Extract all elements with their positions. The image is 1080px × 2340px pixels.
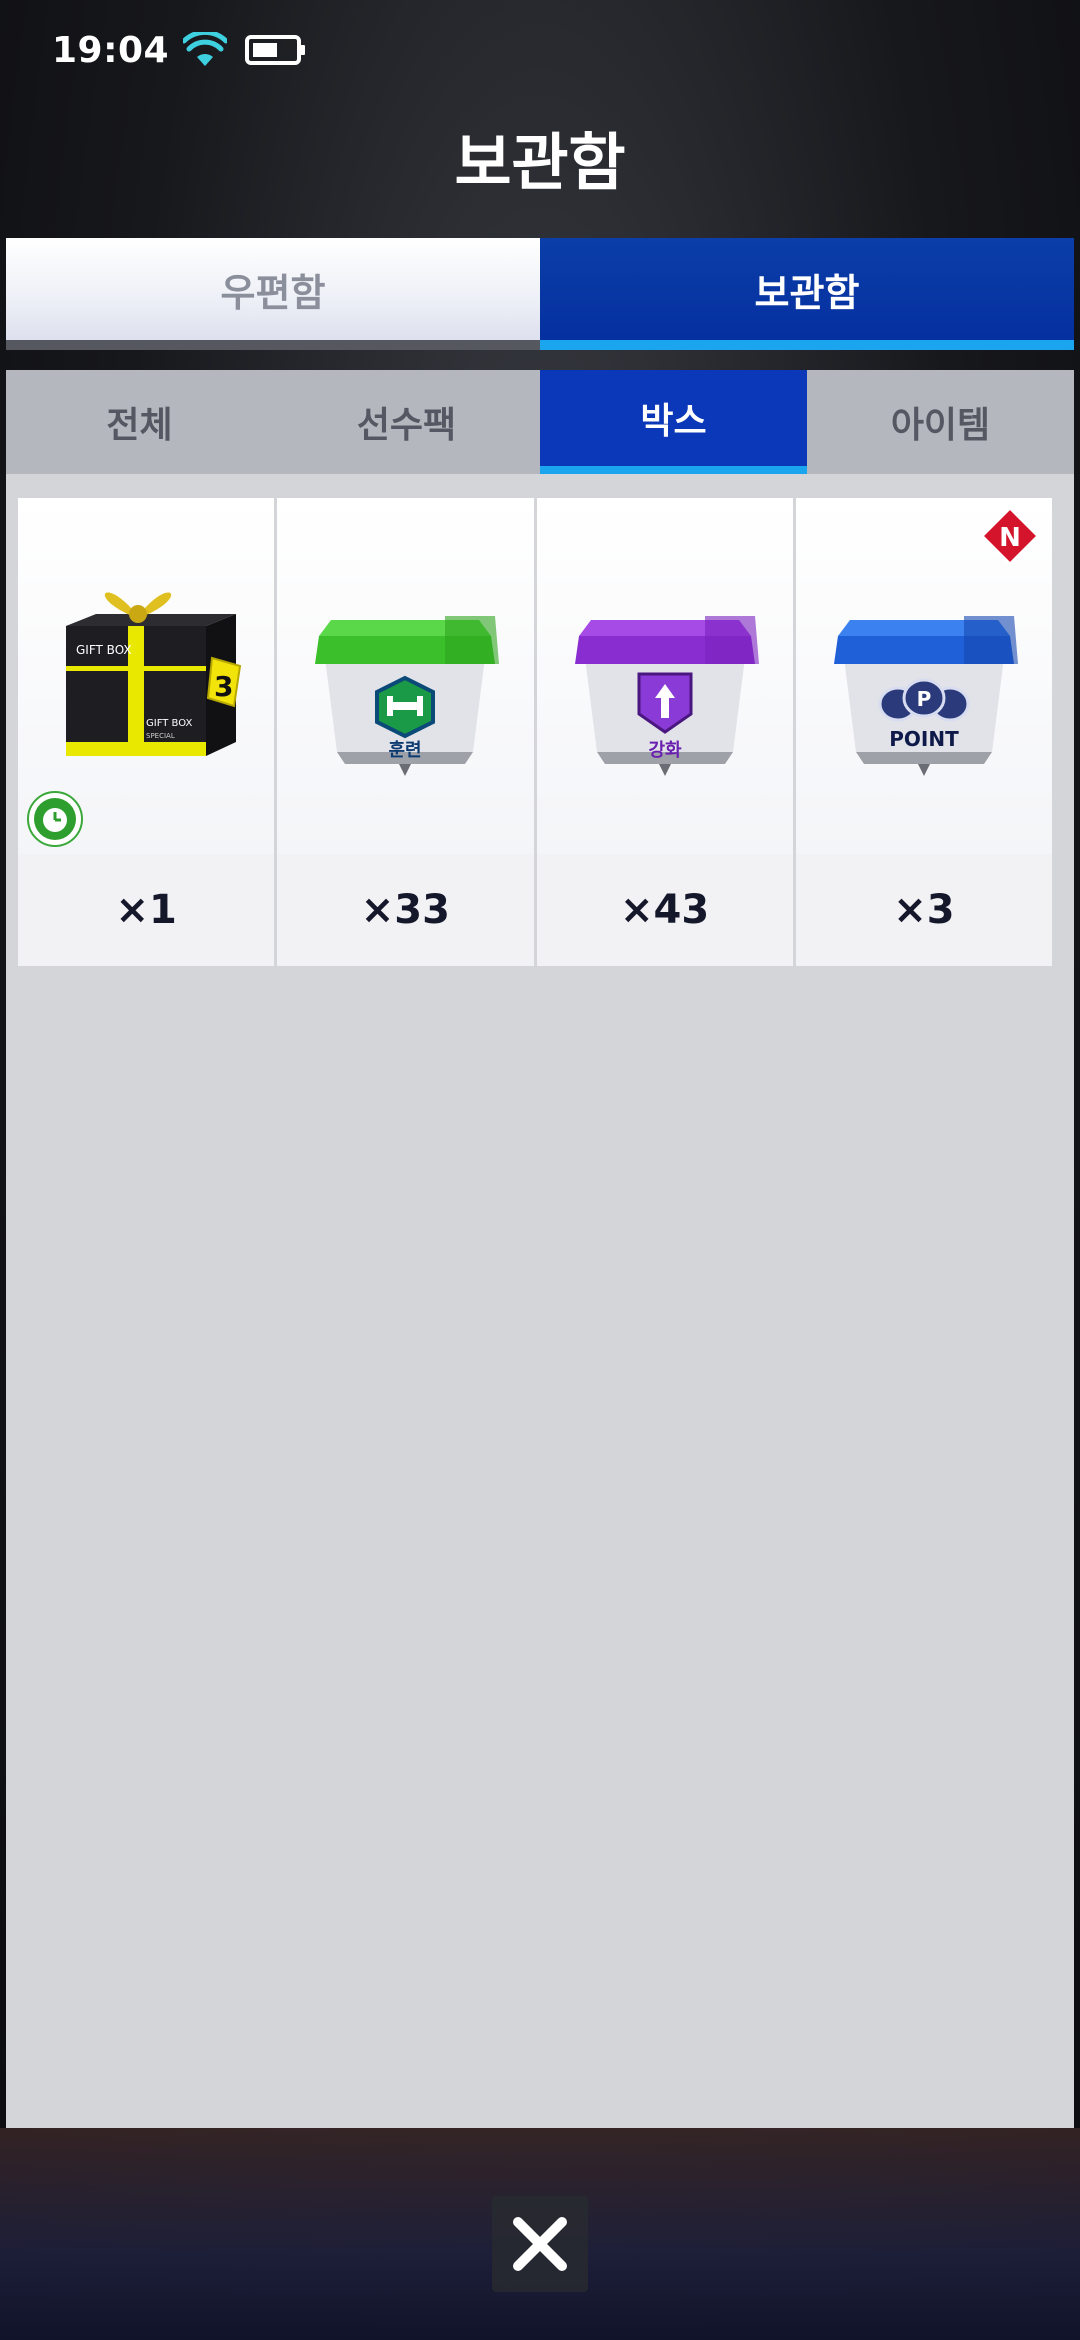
point-label: POINT <box>889 727 959 751</box>
status-bar: 19:04 <box>0 0 1080 100</box>
point-box-icon: P POINT <box>833 616 1018 776</box>
sub-tab-player-pack[interactable]: 선수팩 <box>273 370 540 474</box>
gift-box-special-icon: GIFT BOX GIFT BOX SPECIAL 3 <box>66 592 242 756</box>
item-count: ×43 <box>536 854 793 966</box>
item-count: ×3 <box>795 854 1052 966</box>
new-badge-icon: N <box>980 506 1040 566</box>
top-tabs: 우편함 보관함 <box>6 238 1074 350</box>
storage-panel: 전체 선수팩 박스 아이템 GIFT BOX GIFT BOX SPECIAL … <box>6 370 1074 2128</box>
svg-text:P: P <box>917 687 932 711</box>
sub-tab-box[interactable]: 박스 <box>540 370 807 474</box>
gift-box-label: GIFT BOX <box>76 643 132 657</box>
item-image: 강화 <box>536 498 793 854</box>
upgrade-box-icon: 강화 <box>574 616 759 776</box>
training-box-icon: 훈련 <box>315 616 500 776</box>
close-icon <box>513 2217 567 2271</box>
page-title: 보관함 <box>454 126 626 199</box>
sub-tabs: 전체 선수팩 박스 아이템 <box>6 370 1074 474</box>
item-grid: GIFT BOX GIFT BOX SPECIAL 3 ×1 훈련 ×33 강화… <box>18 498 1052 966</box>
item-card-training-box[interactable]: 훈련 ×33 <box>277 498 534 966</box>
sub-tab-item[interactable]: 아이템 <box>807 370 1074 474</box>
gift-box-sublabel: SPECIAL <box>146 732 175 740</box>
gift-tag-number: 3 <box>214 670 233 703</box>
new-badge-text: N <box>999 523 1021 553</box>
item-card-upgrade-box[interactable]: 강화 ×43 <box>536 498 793 966</box>
item-card-gift-box[interactable]: GIFT BOX GIFT BOX SPECIAL 3 ×1 <box>18 498 275 966</box>
tab-mailbox[interactable]: 우편함 <box>6 238 540 350</box>
gift-box-label-repeat: GIFT BOX <box>146 718 192 729</box>
item-image: P POINT N <box>795 498 1052 854</box>
close-button[interactable] <box>492 2196 588 2292</box>
wifi-icon <box>183 32 228 66</box>
item-image: 훈련 <box>277 498 534 854</box>
sub-tab-all[interactable]: 전체 <box>6 370 273 474</box>
item-image: GIFT BOX GIFT BOX SPECIAL 3 <box>18 498 275 854</box>
status-time: 19:04 <box>52 29 170 71</box>
upgrade-label: 강화 <box>648 740 682 761</box>
timer-clock-icon <box>27 791 83 847</box>
training-label: 훈련 <box>389 739 422 761</box>
item-count: ×33 <box>277 854 534 966</box>
tab-storage[interactable]: 보관함 <box>540 238 1074 350</box>
item-count: ×1 <box>18 854 275 966</box>
battery-icon <box>245 35 306 65</box>
item-card-point-box[interactable]: P POINT N ×3 <box>795 498 1052 966</box>
